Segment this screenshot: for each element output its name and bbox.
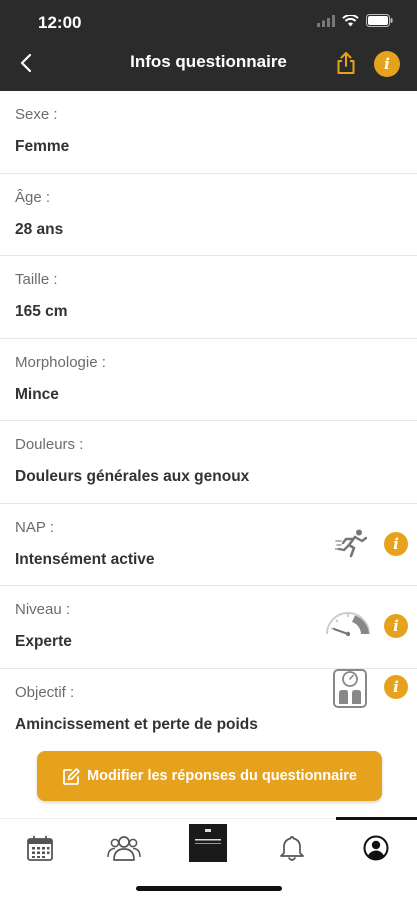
active-tab-indicator — [336, 817, 417, 820]
field-value: 28 ans — [15, 220, 64, 238]
edit-answers-button[interactable]: Modifier les réponses du questionnaire — [37, 751, 382, 801]
bell-icon — [280, 835, 304, 861]
field-value: Amincissement et perte de poids — [15, 715, 258, 733]
info-button-nap[interactable]: i — [384, 531, 408, 556]
info-button-objectif[interactable]: i — [384, 674, 408, 699]
field-row-niveau: Niveau : Experte i — [0, 586, 417, 669]
tab-community[interactable] — [104, 831, 144, 865]
edit-icon — [63, 767, 80, 785]
info-icon: i — [384, 614, 408, 638]
share-button[interactable] — [333, 50, 359, 76]
info-icon: i — [374, 51, 400, 77]
field-row-sexe: Sexe : Femme — [0, 91, 417, 174]
signal-icon — [317, 14, 335, 27]
profile-icon — [363, 835, 389, 861]
edit-answers-label: Modifier les réponses du questionnaire — [87, 768, 357, 784]
field-label: Âge : — [15, 188, 51, 206]
info-button-niveau[interactable]: i — [384, 614, 408, 638]
tab-program[interactable] — [189, 824, 227, 862]
field-label: Douleurs : — [15, 436, 84, 453]
tab-calendar[interactable] — [20, 831, 60, 865]
field-value: Experte — [15, 633, 72, 650]
field-value: Mince — [15, 385, 59, 403]
battery-icon — [366, 14, 393, 27]
home-indicator — [136, 886, 282, 891]
app-header: 12:00 Infos questionnaire i — [0, 0, 417, 91]
field-row-nap: NAP : Intensément active i — [0, 504, 417, 586]
wifi-icon — [342, 14, 359, 26]
field-value: Intensément active — [15, 550, 155, 568]
field-label: Niveau : — [15, 601, 71, 618]
running-person-icon — [335, 529, 368, 557]
field-value: Douleurs générales aux genoux — [15, 468, 250, 485]
field-value: 165 cm — [15, 303, 68, 320]
status-time: 12:00 — [38, 13, 82, 32]
field-row-objectif: Objectif : Amincissement et perte de poi… — [0, 668, 417, 752]
field-label: Sexe : — [15, 106, 58, 123]
questionnaire-list: Sexe : Femme Âge : 28 ans Taille : 165 c… — [0, 91, 417, 751]
info-icon: i — [384, 531, 408, 556]
community-icon — [107, 836, 141, 861]
info-button[interactable]: i — [374, 51, 400, 77]
program-icon — [189, 824, 227, 862]
info-icon: i — [384, 674, 408, 699]
field-label: Objectif : — [15, 683, 75, 701]
field-label: NAP : — [15, 518, 54, 536]
field-value: Femme — [15, 138, 70, 155]
field-row-douleurs: Douleurs : Douleurs générales aux genoux — [0, 421, 417, 504]
gauge-icon — [326, 612, 370, 637]
tab-profile[interactable] — [356, 831, 396, 865]
share-icon — [337, 52, 355, 74]
calendar-icon — [27, 835, 53, 861]
tab-notifications[interactable] — [272, 831, 312, 865]
field-row-taille: Taille : 165 cm — [0, 256, 417, 339]
field-row-age: Âge : 28 ans — [0, 174, 417, 256]
field-label: Taille : — [15, 271, 58, 288]
status-icons — [317, 14, 393, 27]
scale-icon — [333, 668, 367, 708]
field-row-morphologie: Morphologie : Mince — [0, 339, 417, 421]
field-label: Morphologie : — [15, 353, 106, 371]
